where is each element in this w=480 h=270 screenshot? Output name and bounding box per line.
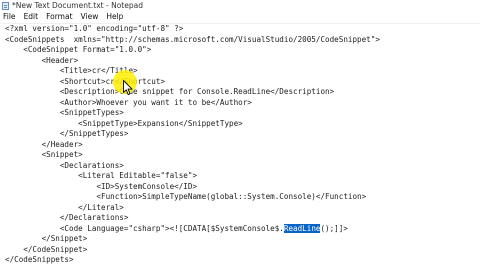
editor-line: <Snippet> <box>5 150 83 159</box>
selected-text: ReadLine <box>283 223 321 233</box>
editor-line: <Description>Code snippet for Console.Re… <box>5 87 335 96</box>
editor-line: <Literal Editable="false"> <box>5 171 198 180</box>
editor-line: </SnippetTypes> <box>5 129 129 138</box>
menu-file[interactable]: File <box>0 11 20 23</box>
notepad-icon <box>2 1 9 10</box>
editor-line-code: <Code Language="csharp"><![CDATA[$System… <box>5 223 348 235</box>
editor-line: <SnippetTypes> <box>5 108 124 117</box>
notepad-window: *New Text Document.txt - Notepad File Ed… <box>0 0 480 270</box>
editor-line: <ID>SystemConsole</ID> <box>5 181 198 191</box>
menu-edit[interactable]: Edit <box>20 11 43 23</box>
editor-line: <SnippetType>Expansion</SnippetType> <box>5 118 243 128</box>
text-editor-area[interactable]: <?xml version="1.0" encoding="utf-8" ?> … <box>0 24 480 270</box>
editor-line: </Declarations> <box>5 213 129 222</box>
editor-line: <Shortcut>cr</Shortcut> <box>5 76 166 86</box>
editor-line: <CodeSnippet Format="1.0.0"> <box>5 45 152 54</box>
menu-format[interactable]: Format <box>42 11 76 23</box>
editor-line: <?xml version="1.0" encoding="utf-8" ?> <box>5 24 184 33</box>
editor-line: <Declarations> <box>5 160 124 170</box>
mouse-pointer-icon <box>123 80 133 96</box>
title-bar[interactable]: *New Text Document.txt - Notepad <box>0 0 480 11</box>
editor-line: </CodeSnippets> <box>5 255 74 264</box>
menu-bar: File Edit Format View Help <box>0 11 480 24</box>
editor-line: <Header> <box>5 55 79 65</box>
menu-help[interactable]: Help <box>102 11 127 23</box>
editor-line: <CodeSnippets xmlns="http://schemas.micr… <box>5 34 380 44</box>
menu-view[interactable]: View <box>77 11 103 23</box>
editor-line: </CodeSnippet> <box>5 244 88 254</box>
editor-line: </Header> <box>5 139 83 149</box>
code-line-text: <Code Language="csharp"><![CDATA[$System… <box>5 223 284 233</box>
editor-line: <Function>SimpleTypeName(global::System.… <box>5 192 367 201</box>
editor-line: </Literal> <box>5 202 124 212</box>
window-title: *New Text Document.txt - Notepad <box>12 1 143 10</box>
editor-line: <Author>Whoever you want it to be</Autho… <box>5 97 252 107</box>
editor-line: </Snippet> <box>5 234 88 243</box>
code-line-tail: ();]]> <box>320 223 348 233</box>
